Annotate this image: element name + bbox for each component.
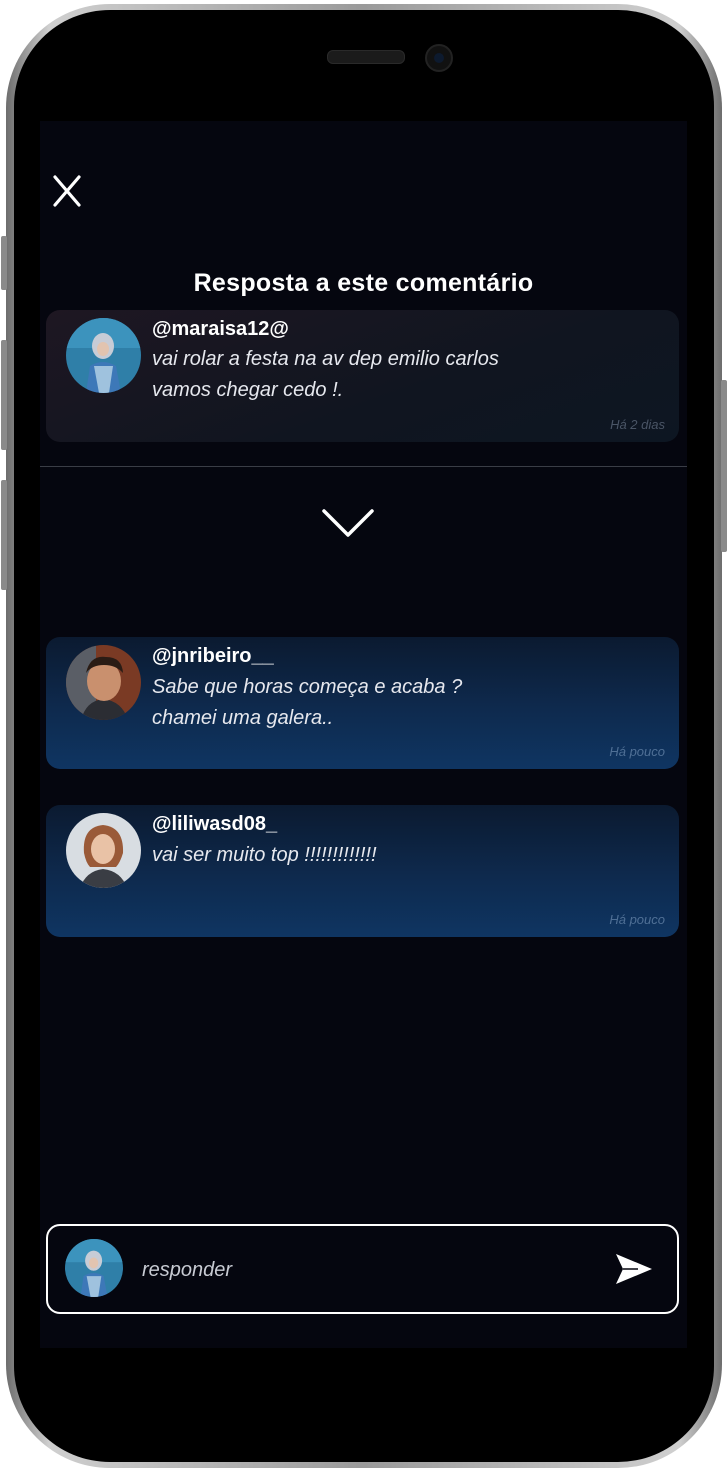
- send-button[interactable]: [614, 1252, 654, 1286]
- reply-bar: [46, 1224, 679, 1314]
- reply-input[interactable]: [140, 1252, 564, 1288]
- mute-switch: [1, 236, 7, 290]
- reply-timestamp: Há pouco: [609, 744, 665, 759]
- front-camera: [425, 44, 453, 72]
- collapse-button[interactable]: [320, 505, 376, 541]
- volume-down-button: [1, 480, 7, 590]
- close-button[interactable]: [52, 173, 82, 209]
- reply-card: @jnribeiro__ Sabe que horas começa e aca…: [46, 637, 679, 769]
- avatar[interactable]: [66, 813, 141, 888]
- reply-timestamp: Há pouco: [609, 912, 665, 927]
- current-user-avatar: [65, 1239, 123, 1297]
- close-icon: [53, 175, 81, 207]
- chevron-down-icon: [322, 509, 374, 537]
- page-title: Resposta a este comentário: [193, 269, 534, 297]
- avatar[interactable]: [66, 318, 141, 393]
- original-comment-card: @maraisa12@ vai rolar a festa na av dep …: [46, 310, 679, 442]
- reply-text-line: vai ser muito top !!!!!!!!!!!!!: [152, 844, 377, 866]
- volume-up-button: [1, 340, 7, 450]
- comment-timestamp: Há 2 dias: [610, 417, 665, 432]
- reply-username[interactable]: @jnribeiro__: [152, 645, 274, 668]
- divider: [40, 466, 687, 467]
- power-button: [721, 380, 727, 552]
- reply-card: @liliwasd08_ vai ser muito top !!!!!!!!!…: [46, 805, 679, 937]
- comment-username[interactable]: @maraisa12@: [152, 318, 289, 341]
- reply-text-line: Sabe que horas começa e acaba ?: [152, 676, 463, 698]
- comment-text-line: vai rolar a festa na av dep emilio carlo…: [152, 348, 499, 370]
- earpiece-speaker: [327, 50, 405, 64]
- reply-username[interactable]: @liliwasd08_: [152, 813, 277, 836]
- comment-text-line: vamos chegar cedo !.: [152, 379, 344, 401]
- avatar[interactable]: [66, 645, 141, 720]
- reply-text-line: chamei uma galera..: [152, 707, 334, 729]
- app-screen: Resposta a este comentário @maraisa12@ v…: [40, 121, 687, 1348]
- send-icon: [616, 1254, 652, 1284]
